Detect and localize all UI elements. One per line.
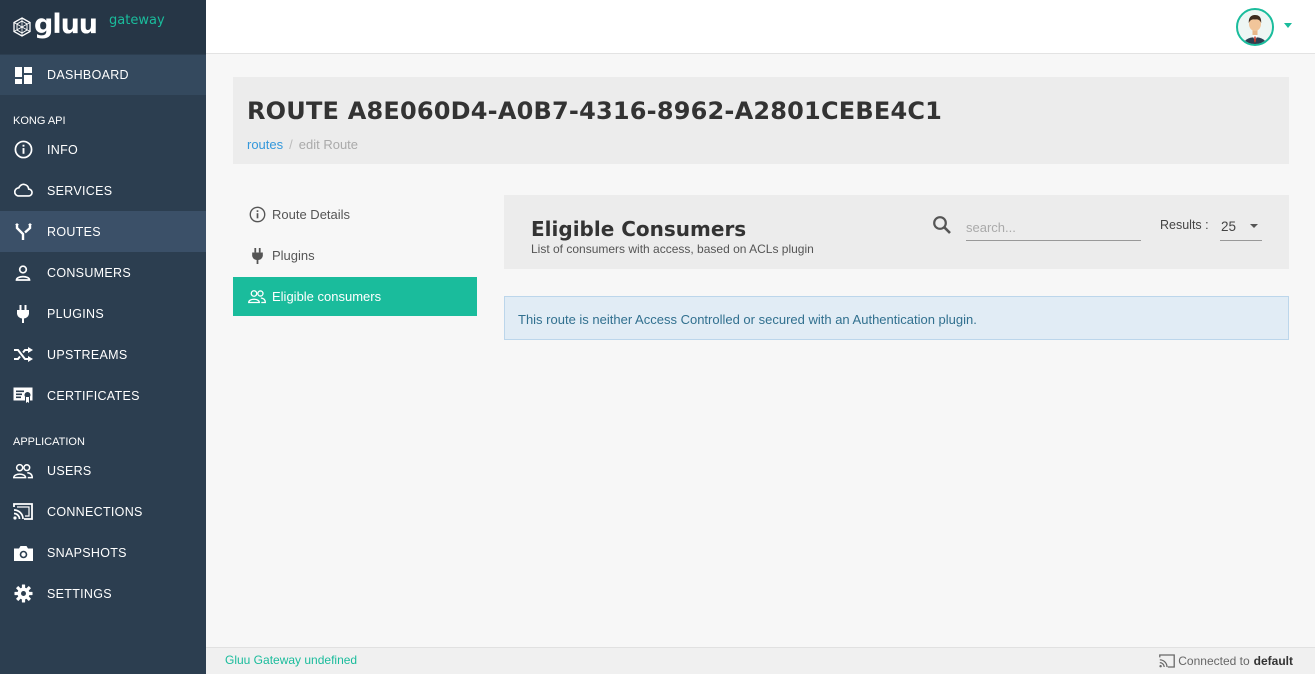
search-input[interactable]: [966, 215, 1141, 241]
sidebar-item-label: ROUTES: [47, 224, 101, 239]
sidebar-item-label: CONSUMERS: [47, 265, 131, 280]
results-per-page-select[interactable]: 25: [1220, 215, 1262, 241]
tab-label: Route Details: [272, 207, 351, 222]
sidebar-item-settings[interactable]: SETTINGS: [0, 573, 206, 614]
plug-icon: [248, 247, 266, 265]
footer-version: Gluu Gateway undefined: [225, 653, 358, 667]
user-menu-caret-icon[interactable]: [1284, 23, 1292, 28]
tab-plugins[interactable]: Plugins: [233, 236, 477, 275]
brand-subtitle: gateway: [109, 12, 165, 28]
info-alert: This route is neither Access Controlled …: [504, 296, 1289, 340]
breadcrumb: routes / edit Route: [247, 137, 358, 152]
sidebar-item-label: SETTINGS: [47, 586, 112, 601]
tab-route-details[interactable]: Route Details: [233, 195, 477, 234]
users-icon: [248, 288, 266, 306]
sidebar-item-plugins[interactable]: PLUGINS: [0, 293, 206, 334]
sidebar-item-users[interactable]: USERS: [0, 450, 206, 491]
results-label: Results :: [1160, 218, 1209, 232]
brand-logo[interactable]: gluu gateway: [0, 0, 206, 54]
panel-title: Eligible Consumers: [531, 217, 747, 241]
sidebar-item-upstreams[interactable]: UPSTREAMS: [0, 334, 206, 375]
page-header: ROUTE A8E060D4-A0B7-4316-8962-A2801CEBE4…: [233, 77, 1289, 164]
breadcrumb-routes-link[interactable]: routes: [247, 137, 283, 152]
tab-label: Eligible consumers: [272, 289, 382, 304]
gluu-logo-icon: [13, 17, 31, 37]
breadcrumb-current: edit Route: [298, 137, 359, 152]
panel-subtitle: List of consumers with access, based on …: [531, 242, 814, 256]
breadcrumb-separator: /: [289, 137, 293, 152]
avatar-person-icon: [1244, 15, 1266, 44]
sidebar-item-info[interactable]: INFO: [0, 129, 206, 170]
shuffle-icon: [13, 345, 33, 365]
connection-name: default: [1253, 654, 1293, 668]
sidebar-item-certificates[interactable]: CERTIFICATES: [0, 375, 206, 416]
footer: Gluu Gateway undefined Connected to defa…: [206, 647, 1315, 674]
tab-eligible-consumers[interactable]: Eligible consumers: [233, 277, 477, 316]
sidebar-item-label: USERS: [47, 463, 92, 478]
tab-label: Plugins: [272, 248, 315, 263]
sidebar-item-label: UPSTREAMS: [47, 347, 128, 362]
connection-prefix: Connected to: [1178, 654, 1250, 668]
certificate-icon: [13, 386, 33, 406]
sidebar-item-label: CERTIFICATES: [47, 388, 140, 403]
results-value: 25: [1221, 219, 1237, 234]
eligible-consumers-header: Eligible Consumers List of consumers wit…: [504, 195, 1289, 269]
info-icon: [248, 206, 266, 224]
info-icon: [13, 140, 33, 160]
sidebar-item-routes[interactable]: ROUTES: [0, 211, 206, 252]
chevron-down-icon: [1250, 224, 1258, 228]
cast-icon: [1159, 654, 1176, 668]
dashboard-icon: [13, 65, 33, 85]
sidebar-item-label: INFO: [47, 142, 79, 157]
brand-name: gluu: [34, 8, 98, 40]
routes-icon: [13, 222, 33, 242]
cast-icon: [13, 502, 33, 522]
sidebar-section-kong: KONG API: [13, 115, 66, 127]
sidebar-item-connections[interactable]: CONNECTIONS: [0, 491, 206, 532]
users-icon: [13, 461, 33, 481]
connection-status: Connected to default: [1159, 654, 1293, 668]
sidebar-item-dashboard[interactable]: DASHBOARD: [0, 55, 206, 95]
search-icon: [933, 216, 951, 234]
sidebar-item-services[interactable]: SERVICES: [0, 170, 206, 211]
plug-icon: [13, 304, 33, 324]
user-icon: [13, 263, 33, 283]
sidebar-item-label: CONNECTIONS: [47, 504, 143, 519]
route-subnav: Route Details Plugins Eligible consumers: [233, 195, 477, 318]
topbar: [206, 0, 1315, 54]
sidebar-item-label: SERVICES: [47, 183, 113, 198]
page-title: ROUTE A8E060D4-A0B7-4316-8962-A2801CEBE4…: [247, 97, 943, 125]
user-avatar[interactable]: [1236, 8, 1274, 46]
gear-icon: [13, 584, 33, 604]
sidebar: gluu gateway DASHBOARD KONG API INFO SER…: [0, 0, 206, 674]
sidebar-item-label: DASHBOARD: [47, 68, 129, 82]
sidebar-item-snapshots[interactable]: SNAPSHOTS: [0, 532, 206, 573]
cloud-icon: [13, 181, 33, 201]
camera-icon: [13, 543, 33, 563]
sidebar-item-label: SNAPSHOTS: [47, 545, 127, 560]
sidebar-item-consumers[interactable]: CONSUMERS: [0, 252, 206, 293]
sidebar-section-application: APPLICATION: [13, 436, 85, 448]
sidebar-item-label: PLUGINS: [47, 306, 104, 321]
